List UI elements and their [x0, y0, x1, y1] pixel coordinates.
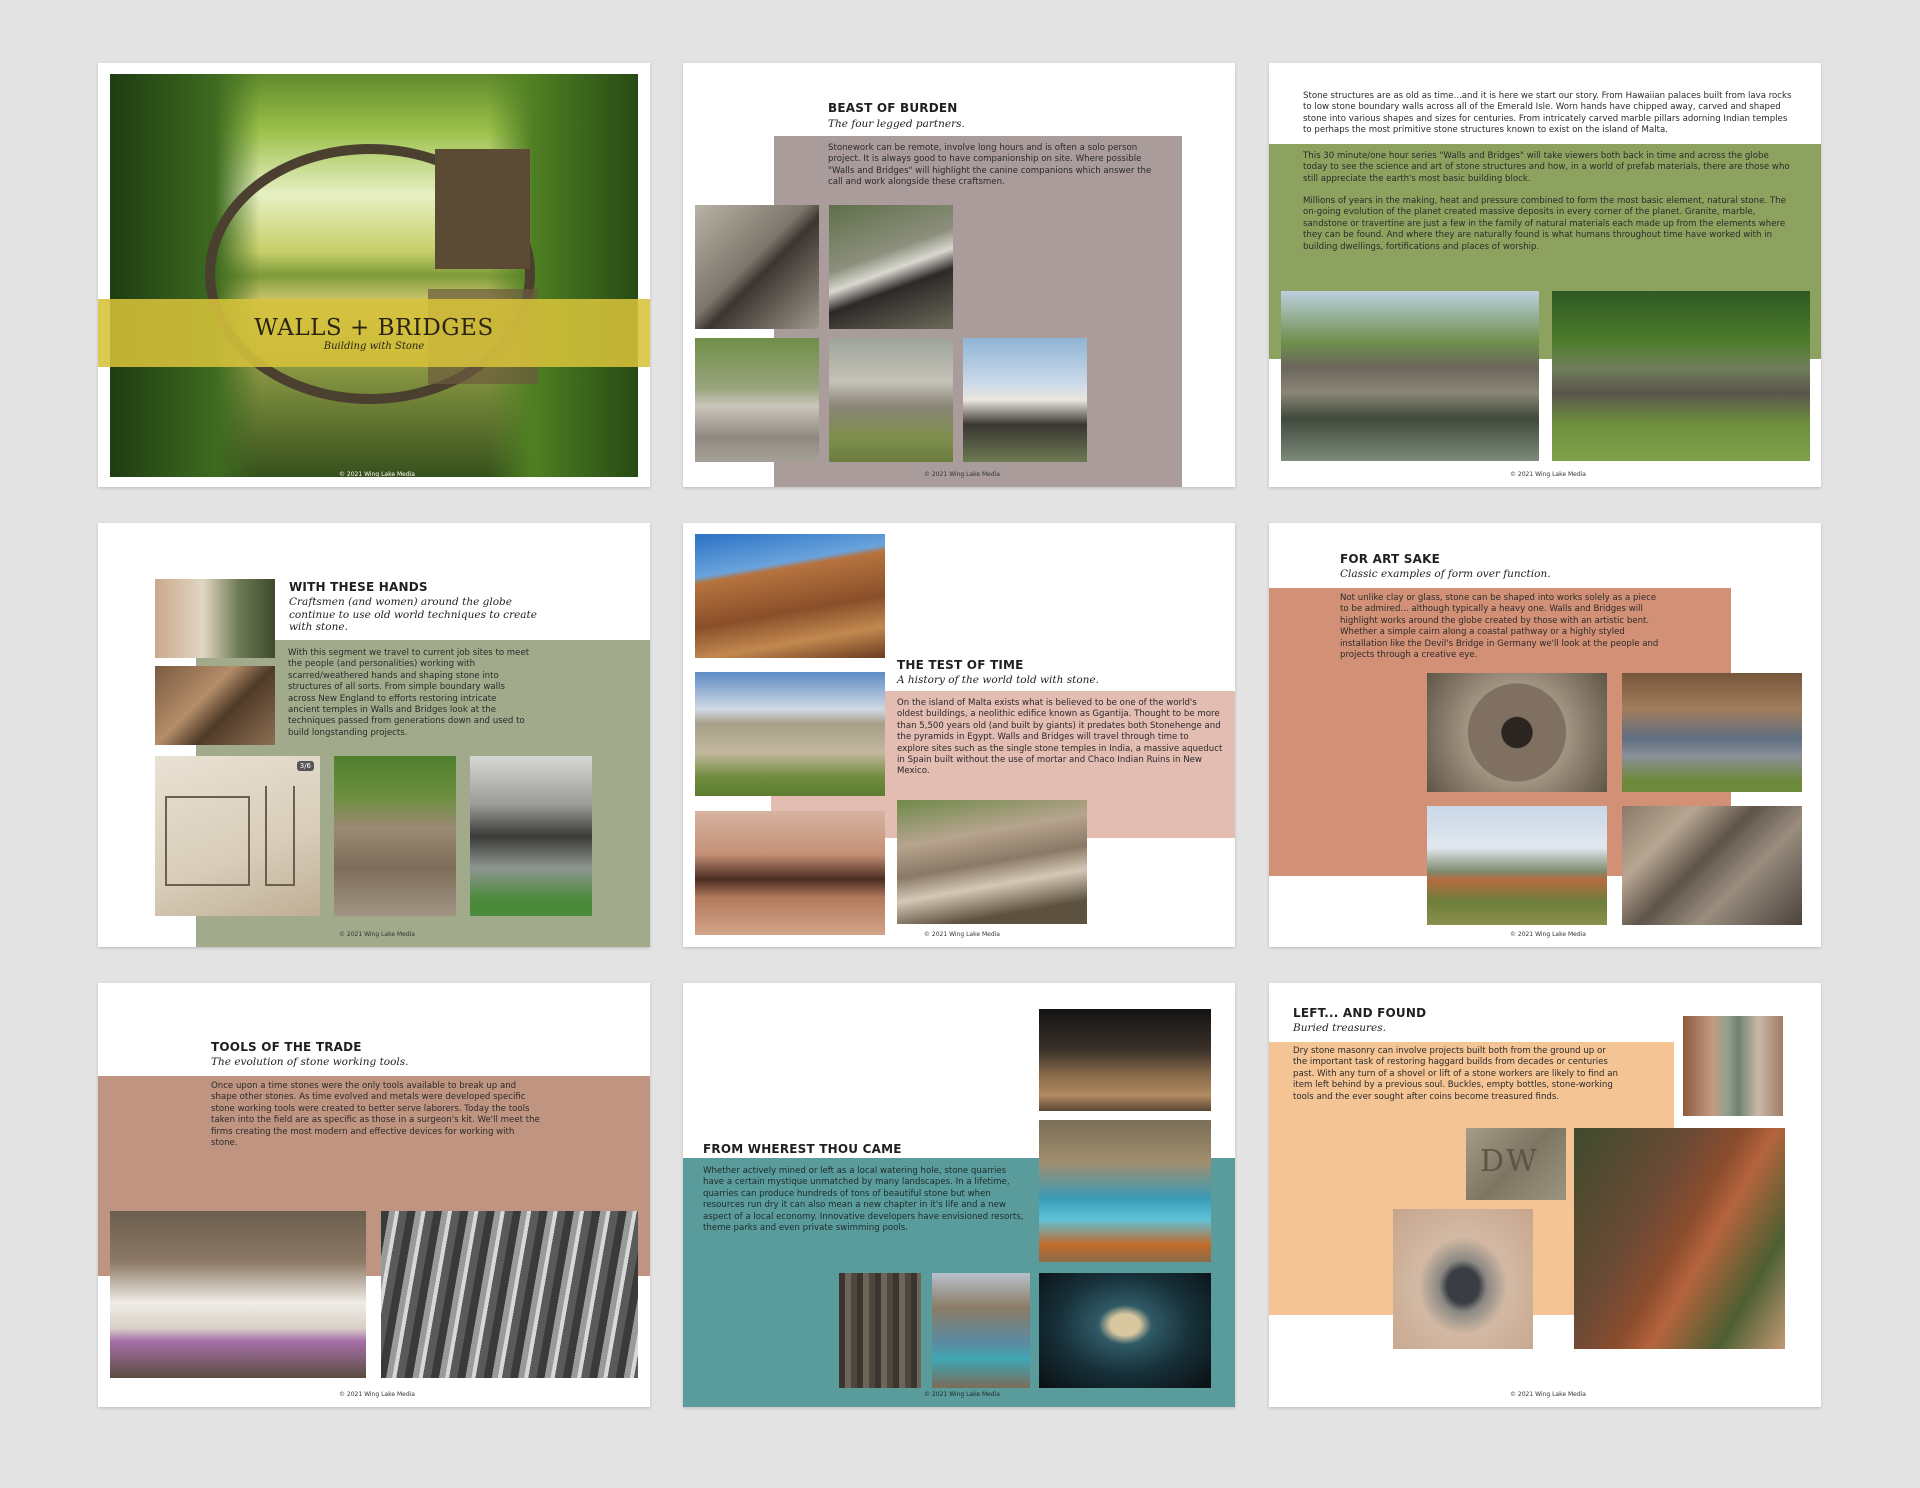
- copyright: © 2021 Wing Lake Media: [339, 471, 415, 478]
- woman-carving-photo: [155, 579, 275, 658]
- bucket-tools-photo: [110, 1211, 366, 1378]
- dog-house-photo: [963, 338, 1087, 462]
- spaniel-wall-photo: [695, 338, 819, 462]
- slide-title: THE TEST OF TIME: [897, 658, 1024, 672]
- slide-body: Whether actively mined or left as a loca…: [703, 1166, 1024, 1234]
- slide-subtitle: Classic examples of form over function.: [1340, 568, 1551, 580]
- slide-subtitle: The four legged partners.: [828, 118, 965, 130]
- fossil-hand-photo: [1393, 1209, 1533, 1349]
- slide-subtitle: A history of the world told with stone.: [897, 674, 1099, 686]
- flooded-quarry-photo: [932, 1273, 1030, 1388]
- slide-for-art-sake[interactable]: FOR ART SAKE Classic examples of form ov…: [1269, 523, 1821, 947]
- copyright: © 2021 Wing Lake Media: [924, 931, 1000, 938]
- slide-left-and-found[interactable]: LEFT... AND FOUND Buried treasures. Dry …: [1269, 983, 1821, 1407]
- worker-grinding-photo: [470, 756, 592, 916]
- chisels-photo: [381, 1211, 638, 1378]
- slide-body: Dry stone masonry can involve projects b…: [1293, 1046, 1618, 1102]
- stone-arch-bridge-photo: [1281, 291, 1539, 461]
- quarry-pool-resort-photo: [1039, 1120, 1211, 1262]
- cover-title: WALLS + BRIDGES: [254, 315, 494, 341]
- hands-chisel-photo: [155, 666, 275, 745]
- slide-with-these-hands[interactable]: WITH THESE HANDS Craftsmen (and women) a…: [98, 523, 650, 947]
- slide-test-of-time[interactable]: THE TEST OF TIME A history of the world …: [683, 523, 1235, 947]
- cliff-ruins-photo: [695, 534, 885, 658]
- cover-subtitle: Building with Stone: [323, 341, 425, 352]
- red-arch-landscape-photo: [1427, 806, 1607, 925]
- slide-title: LEFT... AND FOUND: [1293, 1006, 1427, 1020]
- mason-wall-photo: [334, 756, 456, 916]
- woman-dog-wall-photo: [829, 338, 953, 462]
- slide-tools-of-the-trade[interactable]: TOOLS OF THE TRADE The evolution of ston…: [98, 983, 650, 1407]
- stone-hut-sculpture-photo: [1622, 673, 1802, 792]
- underground-quarry-track-photo: [1039, 1009, 1211, 1111]
- arch-bridge-photo: [110, 74, 638, 477]
- dog-sleeping-photo: [695, 205, 819, 329]
- copyright: © 2021 Wing Lake Media: [1510, 1391, 1586, 1398]
- slide-title: BEAST OF BURDEN: [828, 101, 958, 115]
- slide-body: With this segment we travel to current j…: [288, 648, 530, 738]
- slide-title: FROM WHEREST THOU CAME: [703, 1142, 902, 1156]
- old-bottle-photo: [1683, 1016, 1783, 1116]
- copyright: © 2021 Wing Lake Media: [1510, 931, 1586, 938]
- page-badge: 3/6: [296, 761, 314, 771]
- slide-title: WITH THESE HANDS: [289, 580, 428, 594]
- dog-rocks-photo: [829, 205, 953, 329]
- slide-body: Once upon a time stones were the only to…: [211, 1081, 540, 1149]
- copyright: © 2021 Wing Lake Media: [924, 471, 1000, 478]
- stone-circle-man-photo: [1427, 673, 1607, 792]
- slide-title: TOOLS OF THE TRADE: [211, 1040, 362, 1054]
- slide-body: On the island of Malta exists what is be…: [897, 698, 1223, 777]
- intro-paragraph-1: Stone structures are as old as time...an…: [1303, 91, 1792, 136]
- copyright: © 2021 Wing Lake Media: [339, 1391, 415, 1398]
- slide-subtitle: The evolution of stone working tools.: [211, 1056, 409, 1068]
- slide-intro[interactable]: Stone structures are as old as time...an…: [1269, 63, 1821, 487]
- stone-sculpture-field-photo: [1552, 291, 1810, 461]
- wall-sketch-photo: 3/6: [155, 756, 320, 916]
- dw-stamp-photo: DW: [1466, 1128, 1566, 1200]
- segovia-aqueduct-photo: [897, 800, 1087, 924]
- slide-subtitle: Craftsmen (and women) around the globe c…: [289, 596, 537, 633]
- slide-from-wherest-thou-came[interactable]: FROM WHEREST THOU CAME Whether actively …: [683, 983, 1235, 1407]
- copyright: © 2021 Wing Lake Media: [1510, 471, 1586, 478]
- slide-beast-of-burden[interactable]: BEAST OF BURDEN The four legged partners…: [683, 63, 1235, 487]
- slide-cover[interactable]: WALLS + BRIDGES Building with Stone © 20…: [98, 63, 650, 487]
- slide-body: Stonework can be remote, involve long ho…: [828, 143, 1152, 188]
- slide-body: Not unlike clay or glass, stone can be s…: [1340, 593, 1659, 661]
- ggantija-temple-photo: [695, 672, 885, 796]
- slide-title: FOR ART SAKE: [1340, 552, 1440, 566]
- salt-mine-park-photo: [1039, 1273, 1211, 1388]
- rusty-tool-photo: [1574, 1128, 1785, 1349]
- stamp-letters: DW: [1480, 1144, 1539, 1179]
- copyright: © 2021 Wing Lake Media: [339, 931, 415, 938]
- stone-faces-photo: [1622, 806, 1802, 925]
- copyright: © 2021 Wing Lake Media: [924, 1391, 1000, 1398]
- rock-temple-photo: [695, 811, 885, 935]
- basalt-columns-photo: [839, 1273, 921, 1388]
- slide-subtitle: Buried treasures.: [1293, 1022, 1386, 1034]
- intro-paragraph-3: Millions of years in the making, heat an…: [1303, 196, 1786, 252]
- intro-paragraph-2: This 30 minute/one hour series "Walls an…: [1303, 151, 1790, 184]
